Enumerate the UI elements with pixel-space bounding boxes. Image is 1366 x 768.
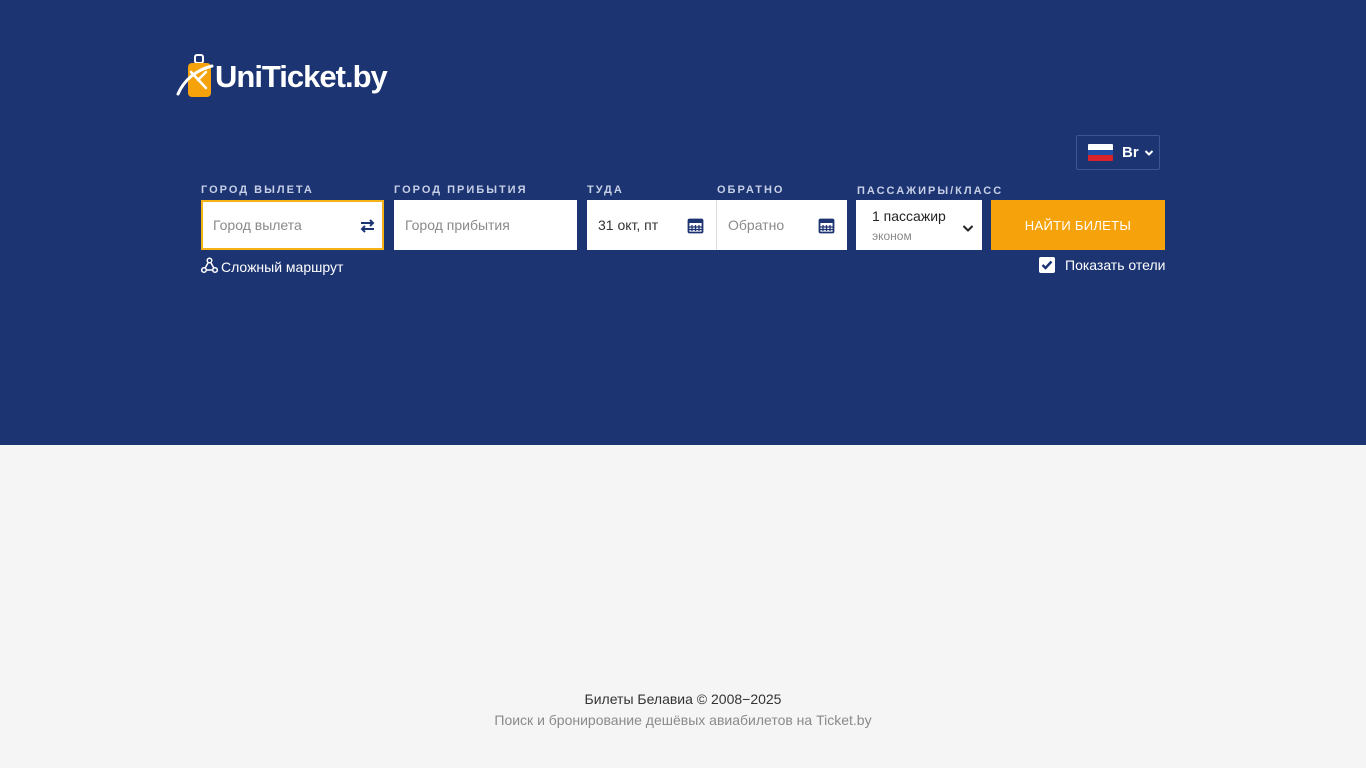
travel-class: эконом — [872, 228, 912, 243]
complex-route-link[interactable]: Сложный маршрут — [200, 257, 344, 277]
suitcase-plane-logo-icon — [176, 54, 216, 100]
from-field — [201, 200, 384, 250]
site-logo[interactable]: UniTicket.by — [176, 50, 388, 100]
passenger-count: 1 пассажир — [872, 207, 946, 224]
show-hotels-checkbox[interactable] — [1039, 257, 1055, 273]
to-field — [394, 200, 577, 250]
passengers-label: ПАССАЖИРЫ/КЛАСС — [857, 185, 1004, 197]
depart-field — [587, 200, 717, 250]
to-label: ГОРОД ПРИБЫТИЯ — [394, 184, 528, 196]
swap-icon[interactable] — [359, 217, 376, 234]
depart-label: ТУДА — [587, 184, 624, 196]
find-tickets-button[interactable]: НАЙТИ БИЛЕТЫ — [991, 200, 1165, 250]
currency-label: Br — [1122, 144, 1139, 161]
chevron-down-icon — [962, 220, 974, 238]
currency-selector[interactable]: Br — [1076, 135, 1160, 170]
passengers-class-select[interactable]: 1 пассажир эконом — [856, 200, 982, 250]
route-nodes-icon — [200, 257, 219, 277]
from-city-input[interactable] — [203, 202, 382, 248]
from-label: ГОРОД ВЫЛЕТА — [201, 184, 314, 196]
return-label: ОБРАТНО — [717, 184, 785, 196]
show-hotels-toggle[interactable]: Показать отели — [1039, 257, 1165, 273]
russia-flag-icon — [1088, 144, 1113, 161]
calendar-icon[interactable] — [818, 217, 835, 234]
checkmark-icon — [1041, 260, 1053, 270]
calendar-icon[interactable] — [687, 217, 704, 234]
footer-copyright: Билеты Белавиа © 2008−2025 — [584, 691, 782, 707]
footer-tagline: Поиск и бронирование дешёвых авиабилетов… — [494, 712, 872, 728]
return-field — [717, 200, 847, 250]
chevron-down-icon — [1144, 144, 1154, 162]
show-hotels-label: Показать отели — [1065, 257, 1166, 273]
logo-text: UniTicket.by — [215, 59, 388, 94]
complex-route-label: Сложный маршрут — [221, 259, 344, 275]
search-hero: UniTicket.by Br ГОРОД ВЫЛЕТА ГОРОД ПРИБЫ… — [0, 0, 1366, 445]
to-city-input[interactable] — [394, 200, 577, 250]
